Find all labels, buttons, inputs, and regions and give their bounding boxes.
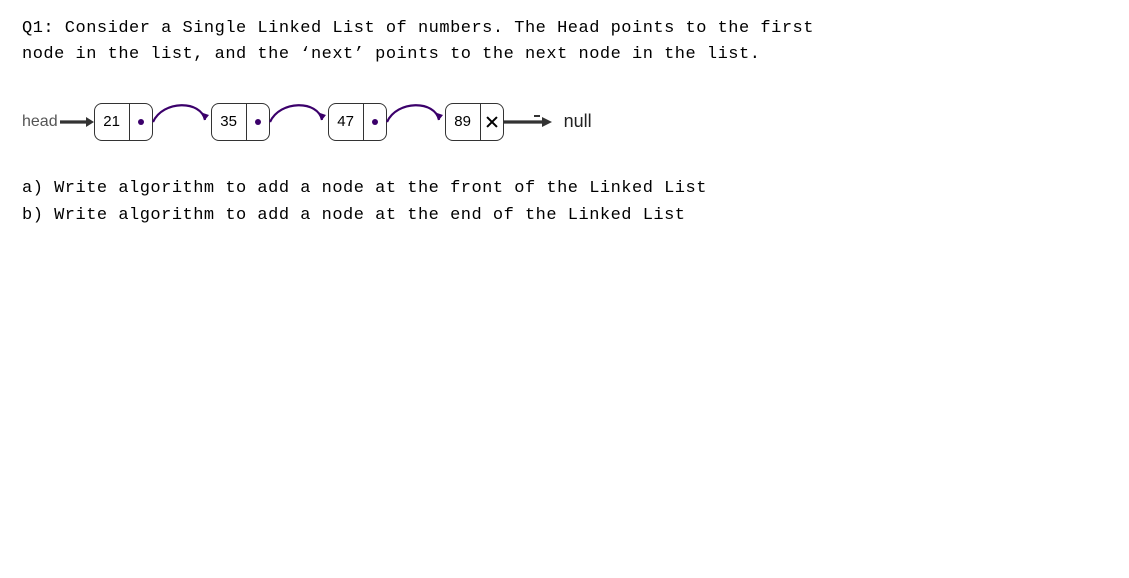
head-label: head [22,113,58,131]
part-a: a) Write algorithm to add a node at the … [22,175,1107,202]
question-line-2: node in the list, and the ‘next’ points … [22,42,1107,68]
linked-list-diagram: head 21 35 [22,97,1107,157]
list-node: 35 [211,103,270,141]
node-value: 21 [95,104,130,140]
part-b: b) Write algorithm to add a node at the … [22,202,1107,229]
null-arrow-icon [504,112,554,132]
subparts: a) Write algorithm to add a node at the … [22,175,1107,229]
node-pointer-icon [247,104,269,140]
null-label: null [564,111,592,132]
head-arrow-icon [60,115,94,129]
node-value: 89 [446,104,481,140]
node-value: 47 [329,104,364,140]
node-pointer-icon [130,104,152,140]
node-value: 35 [212,104,247,140]
question-text: Q1: Consider a Single Linked List of num… [22,16,1107,69]
list-node: 89 [445,103,504,141]
link-arrow-icon [153,102,211,142]
list-node: 47 [328,103,387,141]
question-line-1: Q1: Consider a Single Linked List of num… [22,16,1107,42]
list-node: 21 [94,103,153,141]
page-root: Q1: Consider a Single Linked List of num… [0,0,1129,245]
node-null-pointer-icon [481,104,503,140]
link-arrow-icon [387,102,445,142]
node-pointer-icon [364,104,386,140]
link-arrow-icon [270,102,328,142]
